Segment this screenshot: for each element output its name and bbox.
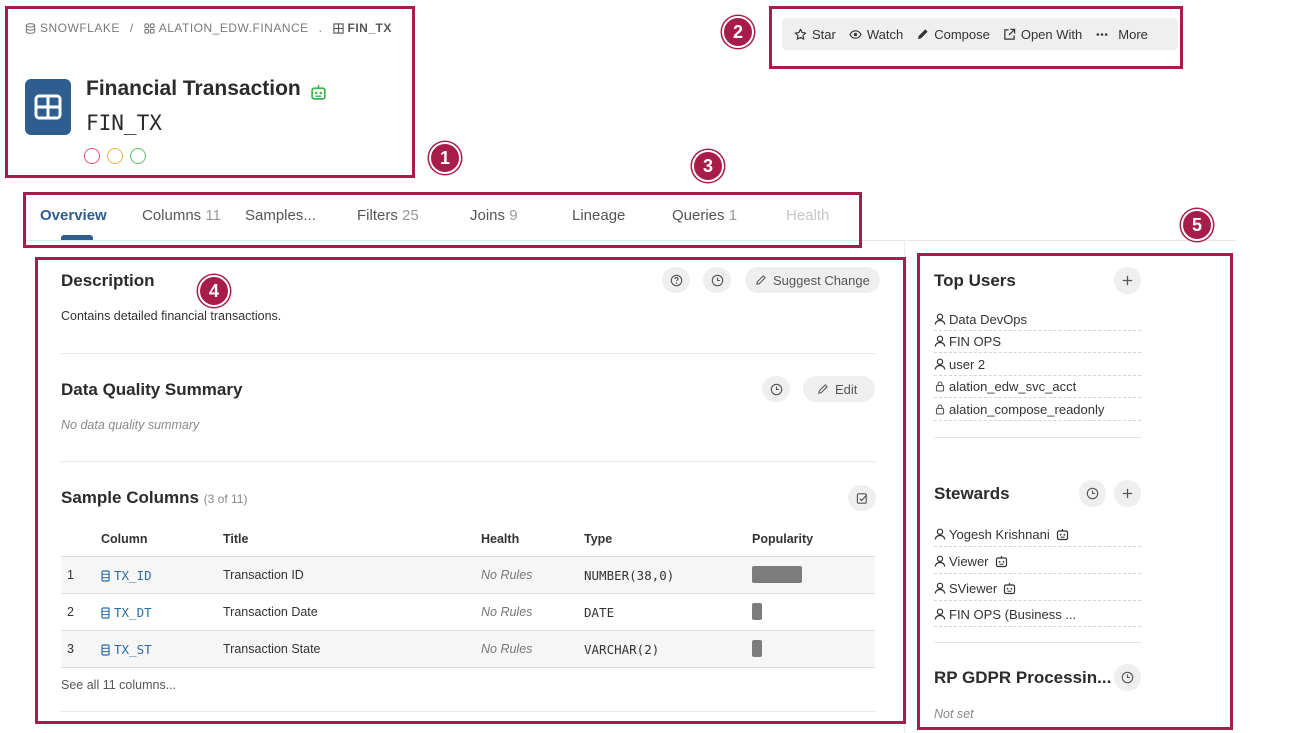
annotation-badge-5: 5 [1181,209,1213,241]
annotation-badge-4: 4 [198,275,230,307]
annotation-badge-1: 1 [429,142,461,174]
annotation-box-1 [5,6,415,178]
annotation-box-3 [23,192,862,248]
annotation-badge-2: 2 [722,16,754,48]
annotation-box-2 [769,6,1183,69]
annotation-box-5 [917,253,1233,730]
annotation-box-4 [35,257,906,724]
annotation-badge-3: 3 [692,150,724,182]
